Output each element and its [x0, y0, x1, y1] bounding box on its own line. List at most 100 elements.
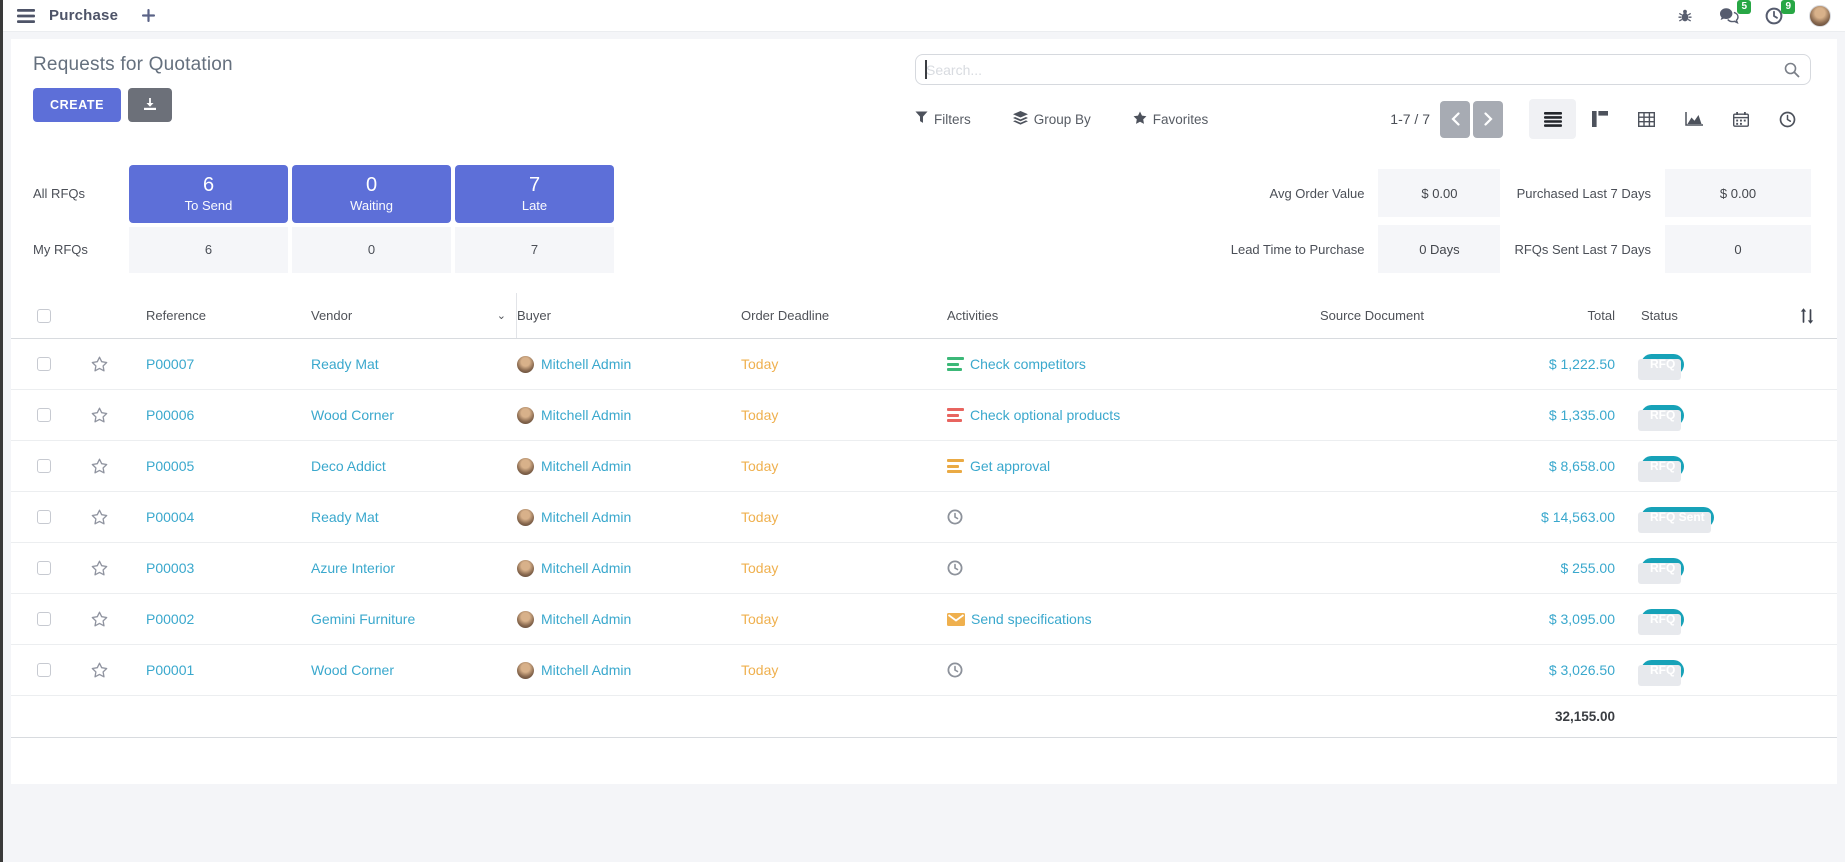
buyer-link[interactable]: Mitchell Admin: [541, 407, 631, 423]
activity-icon[interactable]: [947, 613, 965, 626]
group-by-button[interactable]: Group By: [1013, 111, 1091, 128]
activity-cell[interactable]: Check optional products: [947, 407, 1247, 423]
vendor-link[interactable]: Ready Mat: [311, 509, 517, 525]
debug-bug-icon[interactable]: [1677, 8, 1693, 24]
buyer-link[interactable]: Mitchell Admin: [541, 662, 631, 678]
header-total[interactable]: Total: [1497, 308, 1627, 323]
activity-cell[interactable]: Get approval: [947, 458, 1247, 474]
my-late-count[interactable]: 7: [455, 227, 614, 273]
layers-icon: [1013, 111, 1028, 128]
table-row[interactable]: P00005 Deco Addict Mitchell Admin Today …: [11, 441, 1837, 492]
activity-icon[interactable]: [947, 408, 964, 422]
favorite-star-icon[interactable]: [77, 560, 121, 576]
reference-link[interactable]: P00005: [121, 458, 311, 474]
reference-link[interactable]: P00006: [121, 407, 311, 423]
row-checkbox[interactable]: [37, 561, 51, 575]
pager-next-button[interactable]: [1473, 101, 1503, 138]
activity-label[interactable]: Send specifications: [971, 611, 1092, 627]
app-name[interactable]: Purchase: [49, 7, 118, 24]
vendor-link[interactable]: Gemini Furniture: [311, 611, 517, 627]
buyer-link[interactable]: Mitchell Admin: [541, 560, 631, 576]
favorites-button[interactable]: Favorites: [1133, 111, 1209, 127]
row-checkbox[interactable]: [37, 408, 51, 422]
favorite-star-icon[interactable]: [77, 356, 121, 372]
search-bar[interactable]: [915, 54, 1811, 85]
kanban-view-icon[interactable]: [1576, 99, 1623, 139]
activity-cell[interactable]: [947, 662, 1247, 678]
activity-label[interactable]: Get approval: [970, 458, 1050, 474]
reference-link[interactable]: P00002: [121, 611, 311, 627]
pager-previous-button[interactable]: [1440, 101, 1470, 138]
activity-label[interactable]: Check competitors: [970, 356, 1086, 372]
favorite-star-icon[interactable]: [77, 407, 121, 423]
row-checkbox[interactable]: [37, 663, 51, 677]
pivot-view-icon[interactable]: [1623, 99, 1670, 139]
buyer-link[interactable]: Mitchell Admin: [541, 356, 631, 372]
activities-clock-icon[interactable]: 9: [1765, 7, 1783, 25]
vendor-link[interactable]: Wood Corner: [311, 662, 517, 678]
search-icon[interactable]: [1774, 62, 1810, 78]
table-row[interactable]: P00001 Wood Corner Mitchell Admin Today …: [11, 645, 1837, 696]
activity-cell[interactable]: [947, 509, 1247, 525]
user-avatar[interactable]: [1809, 5, 1831, 27]
row-checkbox[interactable]: [37, 612, 51, 626]
select-all-checkbox[interactable]: [37, 309, 51, 323]
table-row[interactable]: P00002 Gemini Furniture Mitchell Admin T…: [11, 594, 1837, 645]
table-row[interactable]: P00007 Ready Mat Mitchell Admin Today Ch…: [11, 339, 1837, 390]
activity-icon[interactable]: [947, 560, 963, 576]
favorite-star-icon[interactable]: [77, 611, 121, 627]
kpi-card-to-send[interactable]: 6 To Send: [129, 165, 288, 223]
row-checkbox[interactable]: [37, 510, 51, 524]
reference-link[interactable]: P00003: [121, 560, 311, 576]
apps-menu-icon[interactable]: [17, 9, 35, 23]
header-source-document[interactable]: Source Document: [1247, 308, 1497, 323]
reference-link[interactable]: P00007: [121, 356, 311, 372]
list-view-icon[interactable]: [1529, 99, 1576, 139]
filters-button[interactable]: Filters: [915, 111, 971, 127]
messages-icon[interactable]: 5: [1719, 7, 1739, 24]
calendar-view-icon[interactable]: [1717, 99, 1764, 139]
header-activities[interactable]: Activities: [947, 308, 1247, 323]
table-row[interactable]: P00006 Wood Corner Mitchell Admin Today …: [11, 390, 1837, 441]
header-buyer[interactable]: Buyer: [517, 308, 741, 323]
favorite-star-icon[interactable]: [77, 509, 121, 525]
row-checkbox[interactable]: [37, 459, 51, 473]
favorite-star-icon[interactable]: [77, 458, 121, 474]
buyer-link[interactable]: Mitchell Admin: [541, 509, 631, 525]
activity-cell[interactable]: Send specifications: [947, 611, 1247, 627]
vendor-link[interactable]: Azure Interior: [311, 560, 517, 576]
optional-columns-icon[interactable]: [1777, 308, 1837, 324]
graph-view-icon[interactable]: [1670, 99, 1717, 139]
vendor-link[interactable]: Wood Corner: [311, 407, 517, 423]
kpi-card-late[interactable]: 7 Late: [455, 165, 614, 223]
export-button[interactable]: [128, 88, 172, 122]
vendor-link[interactable]: Deco Addict: [311, 458, 517, 474]
kpi-card-waiting[interactable]: 0 Waiting: [292, 165, 451, 223]
activity-label[interactable]: Check optional products: [970, 407, 1120, 423]
row-checkbox[interactable]: [37, 357, 51, 371]
new-tab-plus-icon[interactable]: [142, 9, 155, 22]
header-vendor[interactable]: Vendor ⌄: [311, 293, 517, 338]
activity-icon[interactable]: [947, 509, 963, 525]
activity-icon[interactable]: [947, 459, 964, 473]
table-row[interactable]: P00004 Ready Mat Mitchell Admin Today $ …: [11, 492, 1837, 543]
activity-cell[interactable]: Check competitors: [947, 356, 1247, 372]
activity-view-icon[interactable]: [1764, 99, 1811, 139]
my-to-send-count[interactable]: 6: [129, 227, 288, 273]
reference-link[interactable]: P00001: [121, 662, 311, 678]
vendor-link[interactable]: Ready Mat: [311, 356, 517, 372]
activity-icon[interactable]: [947, 357, 964, 371]
my-waiting-count[interactable]: 0: [292, 227, 451, 273]
buyer-link[interactable]: Mitchell Admin: [541, 458, 631, 474]
header-reference[interactable]: Reference: [121, 308, 311, 323]
reference-link[interactable]: P00004: [121, 509, 311, 525]
create-button[interactable]: CREATE: [33, 88, 121, 122]
header-order-deadline[interactable]: Order Deadline: [741, 308, 947, 323]
buyer-link[interactable]: Mitchell Admin: [541, 611, 631, 627]
search-input[interactable]: [916, 62, 1774, 78]
activity-cell[interactable]: [947, 560, 1247, 576]
header-status[interactable]: Status: [1627, 308, 1777, 323]
activity-icon[interactable]: [947, 662, 963, 678]
table-row[interactable]: P00003 Azure Interior Mitchell Admin Tod…: [11, 543, 1837, 594]
favorite-star-icon[interactable]: [77, 662, 121, 678]
